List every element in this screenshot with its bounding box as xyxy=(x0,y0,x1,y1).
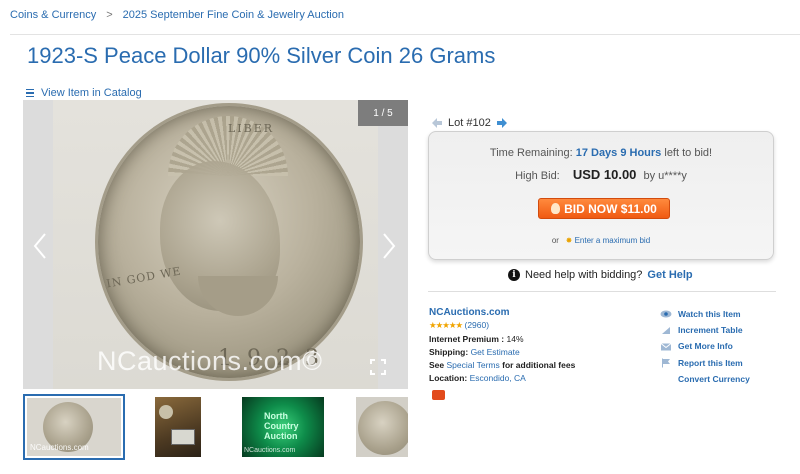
bid-now-button[interactable]: BID NOW $11.00 xyxy=(538,198,670,219)
coin-liberty-text: LIBER xyxy=(228,122,275,135)
page-title: 1923-S Peace Dollar 90% Silver Coin 26 G… xyxy=(27,43,496,68)
watermark: NCauctions.com© xyxy=(97,346,323,376)
previous-image-icon[interactable] xyxy=(33,232,47,260)
breadcrumb: Coins & Currency > 2025 September Fine C… xyxy=(10,9,344,21)
breadcrumb-auction[interactable]: 2025 September Fine Coin & Jewelry Aucti… xyxy=(123,9,344,21)
high-bid: High Bid: USD 10.00 by u****y xyxy=(429,167,773,182)
seller-info: NCAuctions.com ★★★★★ (2960) Internet Pre… xyxy=(429,306,575,386)
list-icon xyxy=(26,88,38,98)
divider xyxy=(10,34,800,35)
currency-icon xyxy=(660,374,672,384)
star-icon: ✸ xyxy=(565,236,573,245)
info-icon: i xyxy=(508,269,520,281)
view-in-catalog-link[interactable]: View Item in Catalog xyxy=(26,87,142,99)
breadcrumb-coins-currency[interactable]: Coins & Currency xyxy=(10,9,96,21)
thumbnail-watermark: NCauctions.com xyxy=(30,443,89,452)
thumbnail-watermark: NCauctions.com xyxy=(244,447,296,454)
shipping-estimate-link[interactable]: Get Estimate xyxy=(471,347,520,357)
thumbnail-2[interactable] xyxy=(155,397,201,457)
bid-panel: Time Remaining: 17 Days 9 Hours left to … xyxy=(428,131,774,260)
thumbnail-4[interactable] xyxy=(356,397,408,457)
time-remaining-value: 17 Days 9 Hours xyxy=(575,147,662,159)
rating-count-link[interactable]: (2960) xyxy=(464,320,489,330)
previous-lot-icon[interactable] xyxy=(432,118,442,128)
next-image-icon[interactable] xyxy=(382,232,396,260)
internet-premium-value: 14% xyxy=(506,333,524,344)
thumbnail-text: North Country Auction xyxy=(264,411,299,441)
watch-item-label: Watch this Item xyxy=(678,309,741,319)
flag-icon xyxy=(662,358,670,368)
main-photo[interactable]: LIBER IN GOD WE 1 9 2 3 NCauctions.com© xyxy=(53,100,378,389)
high-bid-bidder: by u****y xyxy=(643,170,687,182)
increment-table-link[interactable]: Increment Table xyxy=(660,322,750,338)
location-value: Escondido, CA xyxy=(469,373,526,384)
internet-premium-label: Internet Premium : xyxy=(429,333,505,344)
thumbnail-coin xyxy=(358,401,408,455)
thumbnail-1[interactable]: NCauctions.com xyxy=(23,394,125,460)
expand-icon[interactable] xyxy=(370,359,386,375)
convert-currency-link[interactable]: Convert Currency xyxy=(660,371,750,387)
next-lot-icon[interactable] xyxy=(496,118,507,128)
time-remaining-suffix: left to bid! xyxy=(664,147,713,159)
get-more-info-link[interactable]: Get More Info xyxy=(660,338,750,354)
lightbulb-icon xyxy=(551,203,561,214)
special-terms-link[interactable]: Special Terms xyxy=(447,360,500,370)
eye-icon xyxy=(660,310,672,318)
rating-stars: ★★★★★ xyxy=(429,320,463,331)
seller-badge-icon xyxy=(432,390,445,400)
thumbnail-card xyxy=(171,429,195,445)
coin-image: LIBER IN GOD WE 1 9 2 3 xyxy=(98,106,360,378)
max-bid-row: or ✸ Enter a maximum bid xyxy=(429,236,773,245)
location-label: Location: xyxy=(429,373,468,384)
terms-prefix: See xyxy=(429,360,445,371)
or-text: or xyxy=(551,236,559,245)
convert-currency-label: Convert Currency xyxy=(678,373,750,384)
time-remaining-label: Time Remaining: xyxy=(489,147,573,159)
seller-name-link[interactable]: NCAuctions.com xyxy=(429,307,510,318)
thumbnail-strip: NCauctions.com North Country Auction NCa… xyxy=(23,394,413,460)
high-bid-amount: USD 10.00 xyxy=(572,167,637,182)
lot-navigation: Lot #102 xyxy=(432,117,507,129)
view-in-catalog-label: View Item in Catalog xyxy=(41,87,142,99)
get-help-link[interactable]: Get Help xyxy=(647,269,692,281)
enter-max-bid-link[interactable]: Enter a maximum bid xyxy=(575,236,651,245)
lot-number: Lot #102 xyxy=(448,117,491,129)
breadcrumb-separator: > xyxy=(106,9,113,21)
image-counter: 1 / 5 xyxy=(358,100,408,126)
help-text: Need help with bidding? xyxy=(525,269,643,281)
terms-suffix: for additional fees xyxy=(502,360,576,371)
divider xyxy=(428,291,776,292)
item-actions: Watch this Item Increment Table Get More… xyxy=(660,306,750,387)
coin-motto: IN GOD WE xyxy=(105,264,183,291)
watch-item-link[interactable]: Watch this Item xyxy=(660,306,750,322)
time-remaining: Time Remaining: 17 Days 9 Hours left to … xyxy=(429,147,773,159)
get-more-info-label: Get More Info xyxy=(678,341,733,352)
image-viewer: LIBER IN GOD WE 1 9 2 3 NCauctions.com© … xyxy=(23,100,408,389)
shipping-label: Shipping: xyxy=(429,346,469,357)
envelope-icon xyxy=(660,342,672,350)
report-item-label: Report this Item xyxy=(678,357,743,368)
chart-icon xyxy=(662,327,670,335)
bidding-help: i Need help with bidding? Get Help xyxy=(508,269,693,281)
increment-table-label: Increment Table xyxy=(678,325,743,336)
report-item-link[interactable]: Report this Item xyxy=(660,355,750,371)
bid-now-label: BID NOW $11.00 xyxy=(564,201,657,216)
high-bid-label: High Bid: xyxy=(515,170,560,182)
thumbnail-coin xyxy=(159,405,173,419)
thumbnail-3[interactable]: North Country Auction NCauctions.com xyxy=(242,397,324,457)
